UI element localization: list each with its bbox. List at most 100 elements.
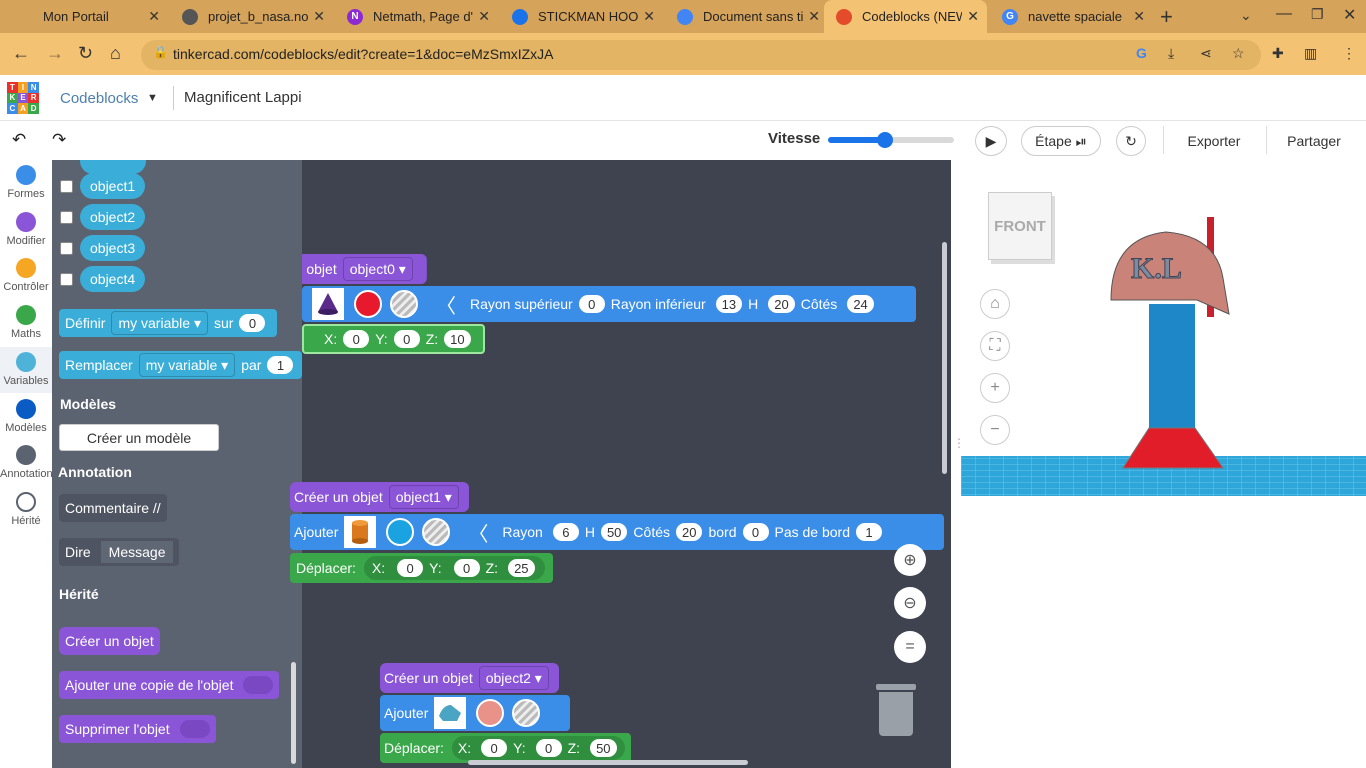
tab-close-icon[interactable]: ✕ (148, 8, 160, 25)
close-window-icon[interactable]: ✕ (1343, 5, 1356, 25)
height-input[interactable]: 20 (768, 295, 795, 313)
speed-slider[interactable] (828, 132, 954, 148)
replace-value-input[interactable]: 1 (267, 356, 294, 374)
speed-slider-thumb[interactable] (876, 132, 893, 148)
restart-button[interactable]: ↻ (1116, 126, 1146, 156)
extensions-icon[interactable]: ✚ (1272, 45, 1284, 62)
say-block[interactable]: Dire Message (59, 538, 180, 566)
move-block-2[interactable]: Déplacer: X: 0 Y: 0 Z: 50 (380, 733, 631, 763)
category-contrôler[interactable]: Contrôler (0, 258, 52, 293)
object-slot[interactable] (243, 676, 274, 694)
browser-tab[interactable]: Document sans ti ✕ (665, 0, 828, 33)
add-copy-block[interactable]: Ajouter une copie de l'objet (59, 671, 280, 699)
restore-icon[interactable]: ❐ (1311, 6, 1324, 23)
object1-dropdown[interactable]: object1 ▾ (388, 485, 459, 509)
object2-dropdown[interactable]: object2 ▾ (478, 666, 549, 690)
variable-checkbox[interactable] (60, 273, 73, 286)
tab-close-icon[interactable]: ✕ (313, 8, 325, 25)
browser-tab[interactable]: Codeblocks (NEW ✕ (824, 0, 987, 33)
variable-object1[interactable]: object1 (80, 173, 146, 199)
side-panel-icon[interactable]: ▥ (1304, 45, 1317, 62)
collapse-arrow-icon[interactable]: 〈 (468, 518, 488, 547)
add-cylinder-block[interactable]: Ajouter 〈 Rayon 6 H 50 Côtés 20 bord 0 P… (290, 514, 944, 550)
move-block-1[interactable]: Déplacer: X: 0 Y: 0 Z: 25 (290, 553, 553, 583)
sides-input[interactable]: 20 (676, 523, 703, 541)
edge-input[interactable]: 0 (742, 523, 769, 541)
edge-step-input[interactable]: 1 (856, 523, 882, 541)
export-button[interactable]: Exporter (1174, 126, 1254, 156)
tinkercad-logo[interactable]: TIN KER CAD (7, 82, 39, 114)
tab-close-icon[interactable]: ✕ (808, 8, 820, 25)
create-object-block[interactable]: Créer un objet (59, 627, 160, 655)
tab-close-icon[interactable]: ✕ (967, 8, 979, 25)
share-button[interactable]: Partager (1276, 126, 1352, 156)
collapse-arrow-icon[interactable]: 〈 (436, 290, 456, 319)
color-swatch-blue[interactable] (386, 518, 415, 546)
roof-shape-icon[interactable] (434, 697, 467, 729)
bottom-radius-input[interactable]: 13 (715, 295, 743, 313)
category-modèles[interactable]: Modèles (0, 398, 52, 434)
tab-close-icon[interactable]: ✕ (643, 8, 655, 25)
create-object1-block[interactable]: Créer un objet object1 ▾ (290, 482, 469, 512)
home-icon[interactable]: ⌂ (110, 43, 121, 64)
y-input[interactable]: 0 (453, 559, 480, 577)
z-input[interactable]: 50 (590, 739, 617, 757)
x-input[interactable]: 0 (481, 739, 508, 757)
category-hérité[interactable]: Hérité (0, 491, 52, 527)
category-formes[interactable]: Formes (0, 165, 52, 200)
create-model-button[interactable]: Créer un modèle (59, 424, 219, 451)
x-input[interactable]: 0 (397, 559, 424, 577)
y-input[interactable]: 0 (535, 739, 562, 757)
object0-dropdown[interactable]: object0 ▾ (342, 257, 413, 281)
browser-tab[interactable]: Gnavette spaciale ✕ (990, 0, 1153, 33)
browser-tab[interactable]: N Netmath, Page d' ✕ (335, 0, 498, 33)
replace-variable-dropdown[interactable]: my variable ▾ (138, 353, 236, 377)
define-variable-block[interactable]: Définir my variable ▾ sur 0 (59, 309, 278, 337)
hole-swatch[interactable] (422, 518, 451, 546)
height-input[interactable]: 50 (600, 523, 628, 541)
variable-checkbox[interactable] (60, 242, 73, 255)
workspace-vertical-scrollbar[interactable] (942, 242, 947, 474)
zoom-reset-button[interactable]: = (894, 631, 926, 663)
hole-swatch[interactable] (512, 699, 541, 727)
section-label[interactable]: Codeblocks (60, 90, 138, 107)
variable-object3[interactable]: object3 (80, 235, 146, 261)
bookmark-star-icon[interactable]: ☆ (1232, 45, 1245, 62)
tab-search-icon[interactable]: ⌄ (1240, 7, 1252, 24)
object-slot[interactable] (179, 720, 210, 738)
step-button[interactable]: Étape ⏯ (1021, 126, 1101, 156)
hole-swatch[interactable] (390, 290, 418, 318)
add-cone-block[interactable]: 〈 Rayon supérieur 0 Rayon inférieur 13 H… (302, 286, 916, 322)
comment-block[interactable]: Commentaire // (59, 494, 167, 522)
color-swatch-salmon[interactable] (476, 699, 505, 727)
play-button[interactable]: ▶ (975, 126, 1007, 156)
replace-variable-block[interactable]: Remplacer my variable ▾ par 1 (59, 351, 302, 379)
reload-icon[interactable]: ↻ (78, 43, 93, 64)
define-value-input[interactable]: 0 (239, 314, 266, 332)
workspace-horizontal-scrollbar[interactable] (468, 760, 748, 765)
x-input[interactable]: 0 (343, 330, 370, 348)
browser-tab[interactable]: projet_b_nasa.no ✕ (170, 0, 333, 33)
y-input[interactable]: 0 (393, 330, 420, 348)
message-input[interactable]: Message (100, 541, 174, 563)
browser-tab[interactable]: STICKMAN HOOK ✕ (500, 0, 663, 33)
top-radius-input[interactable]: 0 (578, 295, 605, 313)
define-variable-dropdown[interactable]: my variable ▾ (111, 311, 208, 335)
design-name[interactable]: Magnificent Lappi (184, 89, 302, 106)
delete-object-block[interactable]: Supprimer l'objet (59, 715, 216, 743)
tab-close-icon[interactable]: ✕ (478, 8, 490, 25)
undo-icon[interactable]: ↶ (12, 130, 26, 150)
radius-input[interactable]: 6 (552, 523, 579, 541)
category-maths[interactable]: Maths (0, 305, 52, 340)
move-block-0[interactable]: X: 0 Y: 0 Z: 10 (302, 324, 485, 354)
cone-shape-icon[interactable] (312, 288, 344, 320)
zoom-out-button[interactable]: ⊖ (894, 587, 926, 619)
section-dropdown-icon[interactable]: ▼ (147, 92, 158, 104)
z-input[interactable]: 10 (444, 330, 471, 348)
flyout-scrollbar[interactable] (291, 662, 296, 764)
tab-close-icon[interactable]: ✕ (1133, 8, 1145, 25)
menu-icon[interactable]: ⋮ (1342, 45, 1356, 62)
variable-checkbox[interactable] (60, 180, 73, 193)
category-modifier[interactable]: Modifier (0, 211, 52, 247)
variable-checkbox[interactable] (60, 211, 73, 224)
